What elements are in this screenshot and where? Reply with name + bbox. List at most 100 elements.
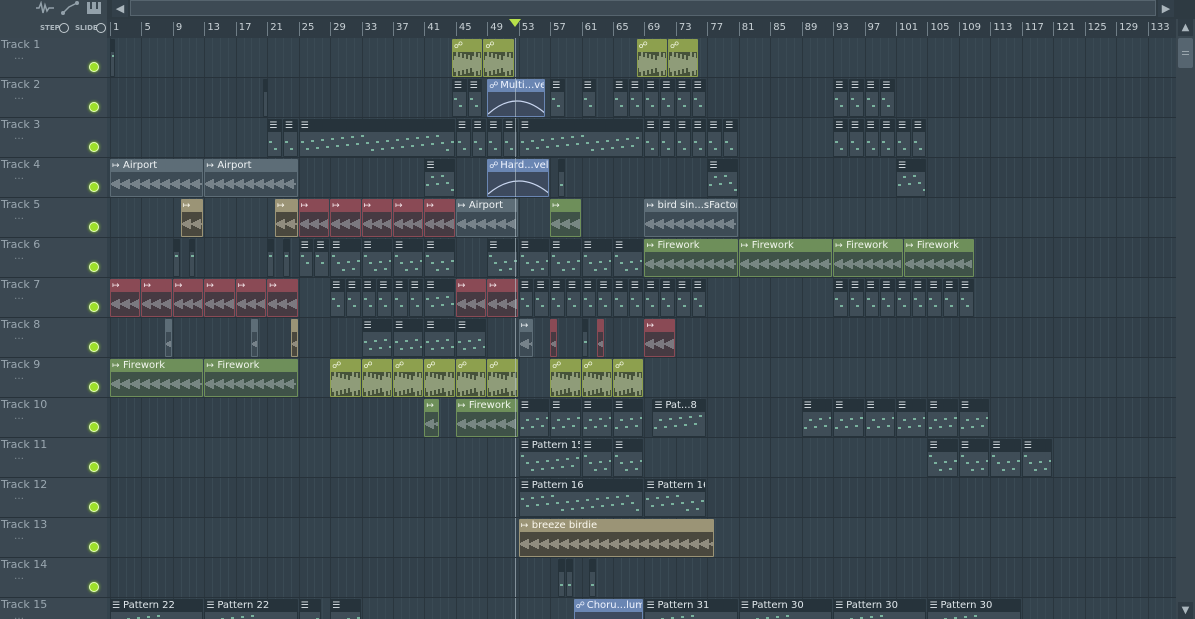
audio-clip[interactable]: ↦ Firework [644, 239, 738, 277]
pattern-clip[interactable]: ☰ [848, 279, 864, 317]
track-enable-led[interactable] [89, 342, 99, 352]
audio-clip[interactable]: ↦ [487, 279, 518, 317]
track-options-icon[interactable]: … [14, 371, 24, 382]
track-options-icon[interactable]: … [14, 291, 24, 302]
audio-clip[interactable]: ↦ Firework [903, 239, 974, 277]
pattern-clip[interactable]: ☰ Pattern 22 [204, 599, 298, 619]
track-header[interactable]: Track 8… [0, 318, 107, 358]
pattern-clip[interactable]: ☰ [707, 119, 723, 157]
pattern-clip[interactable]: ☰ Pattern 31 [644, 599, 738, 619]
track-lane[interactable] [107, 558, 1176, 598]
automation-clip[interactable]: ☍ [392, 359, 424, 397]
pattern-clip[interactable] [282, 239, 290, 277]
automation-clip[interactable]: ☍ [483, 39, 514, 77]
track-lane[interactable]: ↦ ↦ ↦ ↦ ↦ ↦ ↦ ↦ Airport ↦ ↦ bird sin...sFactory [107, 198, 1176, 238]
track-header[interactable]: Track 10… [0, 398, 107, 438]
audio-clip[interactable]: ↦ [204, 279, 235, 317]
pattern-clip[interactable]: ☰ [1021, 439, 1053, 477]
pattern-clip[interactable]: ☰ [896, 119, 911, 157]
curve-icon[interactable] [61, 1, 79, 16]
track-options-icon[interactable]: … [14, 331, 24, 342]
pattern-clip[interactable]: ☰ [958, 279, 974, 317]
pattern-clip[interactable]: ☰ [455, 319, 487, 357]
pattern-clip[interactable]: ☰ [958, 439, 990, 477]
track-options-icon[interactable]: … [14, 411, 24, 422]
pattern-clip[interactable] [558, 559, 565, 597]
track-lane[interactable]: ↦ Firework ↦ Firework ☍ ☍ ☍ ☍ ☍ ☍ ☍ ☍ ☍ [107, 358, 1176, 398]
track-lane[interactable]: ☍ ☍ ☍ ☍ [107, 38, 1176, 78]
piano-keys-icon[interactable] [86, 1, 102, 16]
track-lane[interactable]: ↦ ↦ ↦ ↦ ↦ ↦ ☰ ☰ ☰ ☰ ☰ ☰ ☰ ↦ ↦ ☰ ☰ ☰ ☰ ☰ ☰ ☰ ☰ ☰ ☰ ☰ ☰ ☰ ☰ ☰ ☰ ☰ ☰ ☰ ☰ ☰ [107, 278, 1176, 318]
step-mode-toggle[interactable] [59, 23, 69, 33]
track-lane[interactable]: ☰ ☰ ☍ Multi...vel ☰ ☰ ☰ ☰ ☰ ☰ ☰ ☰ ☰ ☰ ☰ ☰ [107, 78, 1176, 118]
pattern-clip[interactable]: ☰ [565, 279, 581, 317]
audio-clip[interactable]: ↦ [424, 199, 455, 237]
automation-clip[interactable]: ☍ [668, 39, 699, 77]
audio-clip[interactable]: ↦ [455, 279, 487, 317]
scroll-right-icon[interactable]: ▶ [1158, 0, 1174, 17]
pattern-clip[interactable]: ☰ [467, 79, 483, 117]
pattern-clip[interactable]: ☰ [707, 159, 738, 197]
pattern-clip[interactable]: ☰ [487, 119, 502, 157]
pattern-clip[interactable]: ☰ [330, 599, 361, 619]
pattern-clip[interactable]: ☰ Pattern 30 [738, 599, 833, 619]
track-lane[interactable]: ☰ ☰ ☰ ☰ ☰ ☰ ☰ ☰ ☰ ☰ ☰ ↦ Firework ↦ Firework ↦ Firework ↦ F… [107, 238, 1176, 278]
track-enable-led[interactable] [89, 62, 99, 72]
audio-clip[interactable]: ↦ [550, 199, 581, 237]
audio-clip[interactable] [290, 319, 298, 357]
track-options-icon[interactable]: … [14, 171, 24, 182]
pattern-clip[interactable]: ☰ [345, 279, 361, 317]
audio-clip[interactable]: ↦ [172, 279, 204, 317]
pattern-clip[interactable]: ☰ [691, 79, 707, 117]
playhead-marker[interactable] [508, 19, 521, 27]
audio-clip[interactable]: ↦ Airport [455, 199, 518, 237]
pattern-clip[interactable]: ☰ [392, 279, 408, 317]
pattern-clip[interactable]: ☰ [518, 119, 644, 157]
scroll-left-icon[interactable]: ◀ [112, 0, 128, 17]
pattern-clip[interactable] [172, 239, 180, 277]
pattern-clip[interactable]: ☰ [518, 239, 550, 277]
pattern-clip[interactable]: ☰ [880, 279, 895, 317]
pattern-clip[interactable] [589, 559, 597, 597]
audio-clip[interactable]: ↦ bird sin...sFactory [644, 199, 738, 237]
audio-clip[interactable] [550, 319, 558, 357]
audio-clip[interactable]: ↦ [644, 319, 675, 357]
pattern-clip[interactable]: ☰ [581, 239, 613, 277]
audio-clip[interactable]: ↦ [518, 319, 534, 357]
pattern-clip[interactable]: ☰ [613, 439, 644, 477]
track-header[interactable]: Track 14… [0, 558, 107, 598]
pattern-clip[interactable]: ☰ [581, 399, 613, 437]
pattern-clip[interactable]: ☰ [424, 239, 455, 277]
pattern-clip[interactable]: ☰ [848, 79, 864, 117]
pattern-clip[interactable]: ☰ [833, 119, 848, 157]
pattern-clip[interactable]: ☰ [581, 439, 613, 477]
track-enable-led[interactable] [89, 142, 99, 152]
track-enable-led[interactable] [89, 262, 99, 272]
pattern-clip[interactable]: ☰ [644, 79, 660, 117]
pattern-clip[interactable]: ☰ [471, 119, 487, 157]
track-options-icon[interactable]: … [14, 491, 24, 502]
pattern-clip[interactable]: ☰ [424, 159, 455, 197]
automation-clip[interactable]: ☍Choru...lume [573, 599, 644, 619]
pattern-clip[interactable]: ☰ [550, 239, 581, 277]
scroll-down-icon[interactable]: ▼ [1178, 602, 1193, 619]
pattern-clip[interactable]: ☰ [613, 399, 644, 437]
pattern-clip[interactable]: ☰ [833, 79, 848, 117]
pattern-clip[interactable]: ☰ [896, 279, 911, 317]
pattern-clip[interactable]: ☰ Pat...8 [652, 399, 707, 437]
automation-clip[interactable]: ☍ [330, 359, 361, 397]
waveform-icon[interactable] [35, 0, 55, 16]
track-header[interactable]: Track 2… [0, 78, 107, 118]
pattern-clip[interactable]: ☰ [660, 119, 675, 157]
pattern-clip[interactable]: ☰ [298, 119, 455, 157]
slide-mode-toggle[interactable] [96, 23, 106, 33]
pattern-clip[interactable] [558, 159, 565, 197]
horizontal-scrollbar[interactable] [130, 0, 1156, 16]
audio-clip[interactable]: ↦ Firework [110, 359, 204, 397]
pattern-clip[interactable]: ☰ Pattern 30 [927, 599, 1021, 619]
pattern-clip[interactable]: ☰ [927, 439, 958, 477]
pattern-clip[interactable]: ☰ [990, 439, 1021, 477]
pattern-clip[interactable]: ☰ [848, 119, 864, 157]
pattern-clip[interactable]: ☰ [282, 119, 298, 157]
pattern-clip[interactable]: ☰ Pattern 15 [518, 439, 581, 477]
